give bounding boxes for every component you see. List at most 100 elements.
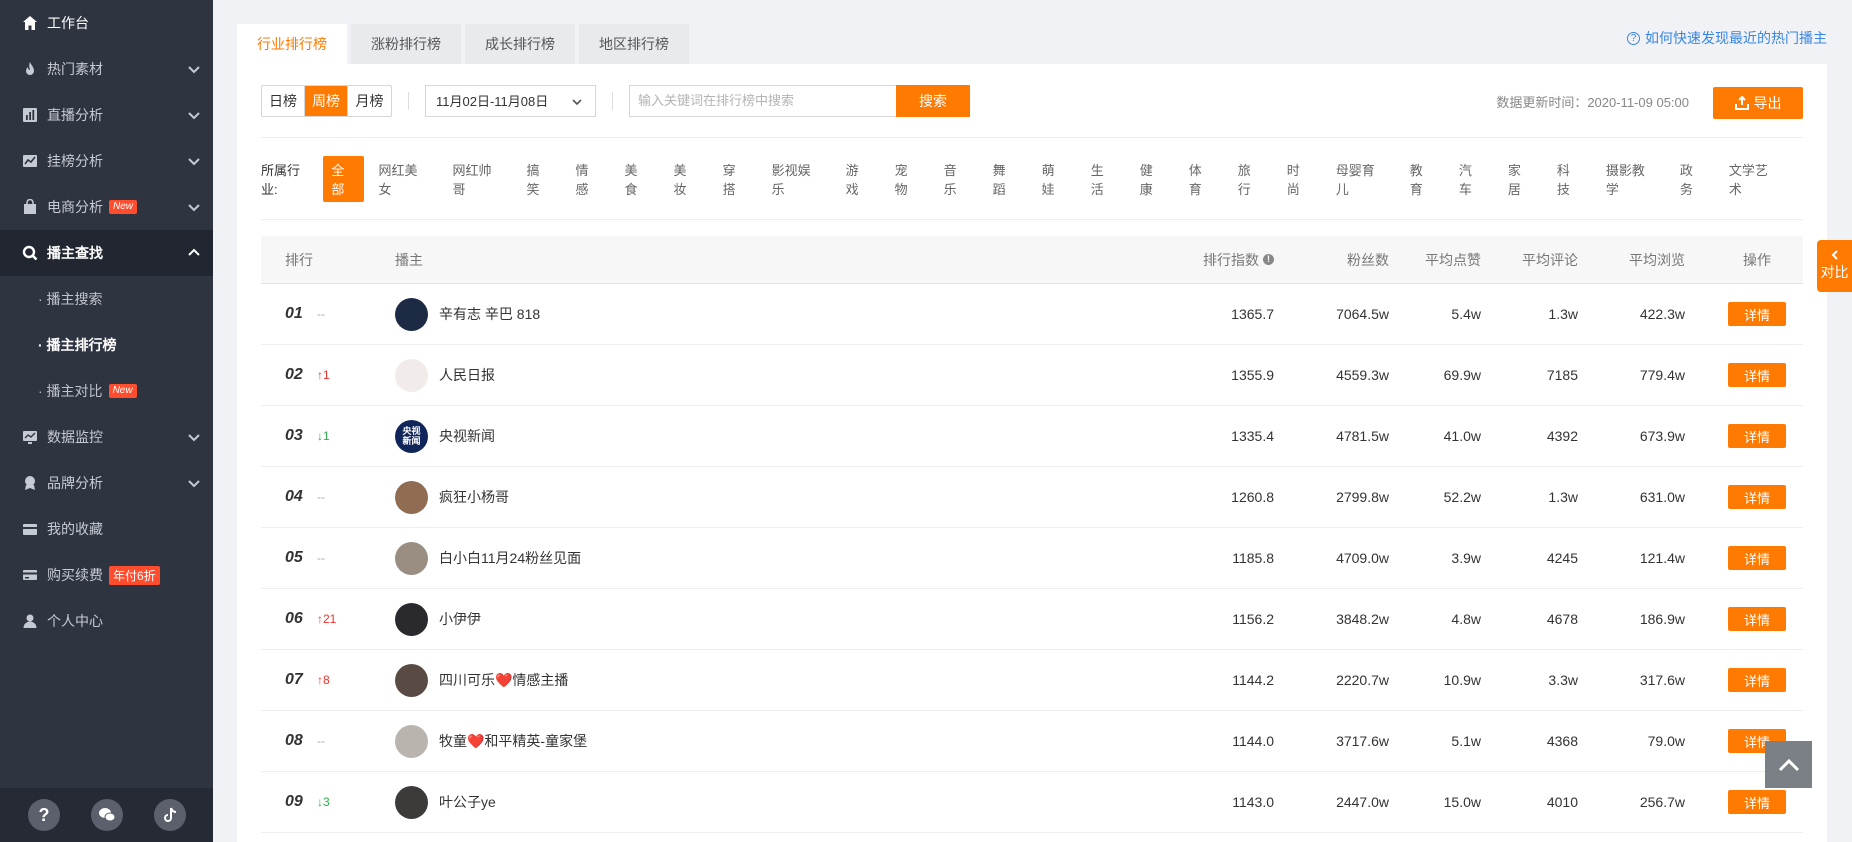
rank-change: ↑21 — [317, 612, 337, 626]
anchor-name[interactable]: 叶公子ye — [439, 792, 496, 812]
sidebar-item-trend[interactable]: 挂榜分析 — [0, 138, 213, 184]
sidebar-footer: ? — [0, 788, 213, 842]
detail-button[interactable]: 详情 — [1728, 790, 1786, 814]
export-button[interactable]: 导出 — [1713, 87, 1803, 119]
sidebar-subitem[interactable]: · 播主对比 New — [0, 368, 213, 414]
search-input[interactable] — [629, 84, 896, 117]
industry-tag[interactable]: 宠物 — [895, 160, 920, 198]
fans-cell: 2447.0w — [1336, 794, 1389, 810]
industry-tag[interactable]: 美妆 — [674, 160, 699, 198]
detail-button[interactable]: 详情 — [1728, 607, 1786, 631]
detail-button[interactable]: 详情 — [1728, 363, 1786, 387]
sidebar-item-wallet[interactable]: 我的收藏 — [0, 506, 213, 552]
detail-button[interactable]: 详情 — [1728, 668, 1786, 692]
avatar[interactable] — [395, 602, 428, 636]
period-monthly-button[interactable]: 月榜 — [348, 86, 391, 116]
anchor-name[interactable]: 牧童❤️和平精英-童家堡 — [439, 731, 587, 751]
tab-growth-ranking[interactable]: 成长排行榜 — [465, 24, 575, 64]
industry-tag[interactable]: 游戏 — [846, 160, 871, 198]
industry-tag[interactable]: 穿搭 — [723, 160, 748, 198]
action-cell: 详情 — [1685, 424, 1803, 448]
industry-tag[interactable]: 搞笑 — [527, 160, 552, 198]
industry-tag[interactable]: 舞蹈 — [993, 160, 1018, 198]
sidebar-item-brand[interactable]: 品牌分析 — [0, 460, 213, 506]
industry-tag[interactable]: 音乐 — [944, 160, 969, 198]
sidebar-item-bar-chart[interactable]: 直播分析 — [0, 92, 213, 138]
avatar[interactable] — [395, 297, 428, 331]
industry-tag[interactable]: 萌娃 — [1042, 160, 1067, 198]
industry-tag[interactable]: 文学艺术 — [1729, 160, 1779, 198]
industry-tag[interactable]: 美食 — [625, 160, 650, 198]
industry-tag[interactable]: 全部 — [323, 155, 365, 202]
avatar[interactable]: 央视新闻 — [395, 419, 428, 453]
header-views: 平均浏览 — [1629, 251, 1685, 268]
industry-tag[interactable]: 健康 — [1140, 160, 1165, 198]
sidebar-item-user[interactable]: 个人中心 — [0, 598, 213, 644]
fans-cell: 7064.5w — [1336, 306, 1389, 322]
sidebar-item-label: 播主查找 — [47, 245, 103, 261]
industry-tag[interactable]: 生活 — [1091, 160, 1116, 198]
industry-tag[interactable]: 时尚 — [1287, 160, 1312, 198]
rank-cell: 01 -- — [261, 305, 395, 323]
sidebar-item-label: 数据监控 — [47, 429, 103, 445]
avatar[interactable] — [395, 785, 428, 819]
industry-tag[interactable]: 教育 — [1410, 160, 1435, 198]
avatar[interactable] — [395, 541, 428, 575]
tiktok-icon[interactable] — [153, 799, 186, 831]
industry-tag[interactable]: 母婴育儿 — [1336, 160, 1386, 198]
industry-tag[interactable]: 情感 — [576, 160, 601, 198]
industry-tag[interactable]: 政务 — [1680, 160, 1705, 198]
detail-button[interactable]: 详情 — [1728, 546, 1786, 570]
sidebar-item-home[interactable]: 工作台 — [0, 0, 213, 46]
anchor-name[interactable]: 辛有志 辛巴 818 — [439, 304, 540, 324]
info-icon[interactable]: ! — [1263, 254, 1274, 265]
anchor-name[interactable]: 央视新闻 — [439, 426, 495, 446]
tab-region-ranking[interactable]: 地区排行榜 — [579, 24, 689, 64]
help-icon[interactable]: ? — [27, 799, 60, 831]
sidebar-item-monitor[interactable]: 数据监控 — [0, 414, 213, 460]
back-to-top-button[interactable] — [1765, 741, 1812, 788]
anchor-name[interactable]: 小伊伊 — [439, 609, 481, 629]
wechat-icon[interactable] — [90, 799, 123, 831]
industry-tag[interactable]: 汽车 — [1459, 160, 1484, 198]
rank-change: -- — [317, 490, 325, 504]
header-action: 操作 — [1743, 251, 1771, 268]
avatar[interactable] — [395, 358, 428, 392]
period-weekly-button[interactable]: 周榜 — [305, 85, 348, 116]
compare-side-tab[interactable]: 对比 — [1817, 240, 1852, 292]
industry-tag[interactable]: 网红帅哥 — [452, 160, 502, 198]
sidebar-item-shopping-bag[interactable]: 电商分析 New — [0, 184, 213, 230]
period-daily-button[interactable]: 日榜 — [262, 85, 305, 116]
anchor-name[interactable]: 人民日报 — [439, 365, 495, 385]
help-link[interactable]: ? 如何快速发现最近的热门播主 — [1627, 28, 1827, 48]
detail-button[interactable]: 详情 — [1728, 424, 1786, 448]
industry-tag[interactable]: 旅行 — [1238, 160, 1263, 198]
sidebar-subitem[interactable]: · 播主排行榜 — [0, 322, 213, 368]
sidebar-item-card[interactable]: 购买续费 年付6折 — [0, 552, 213, 598]
industry-tag[interactable]: 科技 — [1557, 160, 1582, 198]
tab-fan-growth-ranking[interactable]: 涨粉排行榜 — [351, 24, 461, 64]
anchor-name[interactable]: 白小白11月24粉丝见面 — [439, 548, 581, 568]
sidebar-item-fire[interactable]: 热门素材 — [0, 46, 213, 92]
industry-tag[interactable]: 网红美女 — [378, 160, 428, 198]
detail-button[interactable]: 详情 — [1728, 485, 1786, 509]
search-button[interactable]: 搜索 — [896, 84, 970, 117]
industry-tag[interactable]: 影视娱乐 — [772, 160, 822, 198]
action-cell: 详情 — [1685, 668, 1803, 692]
likes-cell: 41.0w — [1443, 428, 1481, 444]
avatar[interactable] — [395, 724, 428, 758]
sidebar-item-search[interactable]: 播主查找 — [0, 230, 213, 276]
date-range-select[interactable]: 11月02日-11月08日 — [425, 84, 596, 117]
industry-tag[interactable]: 家居 — [1508, 160, 1533, 198]
industry-tag[interactable]: 摄影教学 — [1606, 160, 1656, 198]
avatar[interactable] — [395, 480, 428, 514]
industry-tag[interactable]: 体育 — [1189, 160, 1214, 198]
avatar[interactable] — [395, 663, 428, 697]
tab-industry-ranking[interactable]: 行业排行榜 — [237, 24, 347, 64]
detail-button[interactable]: 详情 — [1728, 302, 1786, 326]
header-index-label: 排行指数 — [1203, 251, 1259, 268]
sidebar-subitem[interactable]: · 播主搜索 — [0, 276, 213, 322]
anchor-name[interactable]: 四川可乐❤️情感主播 — [439, 670, 568, 690]
anchor-name[interactable]: 疯狂小杨哥 — [439, 487, 509, 507]
comments-cell: 4678 — [1546, 611, 1578, 627]
